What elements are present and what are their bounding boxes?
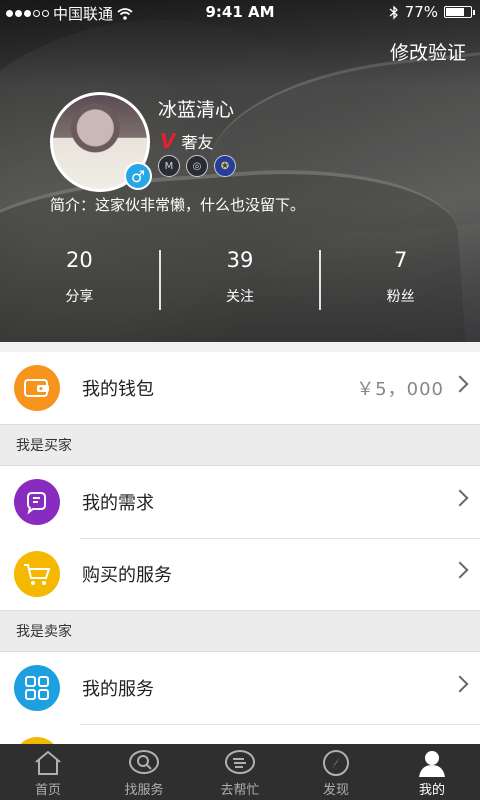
battery-icon <box>444 6 475 18</box>
stat-label: 分享 <box>65 289 94 305</box>
grid-icon <box>14 665 60 711</box>
badge-gold-icon: ✪ <box>214 155 236 177</box>
purchased-services-label: 购买的服务 <box>82 565 172 586</box>
stat-shares[interactable]: 20 分享 <box>0 245 159 315</box>
tab-label: 我的 <box>418 783 445 798</box>
chevron-right-icon <box>451 375 469 393</box>
chevron-right-icon <box>451 561 469 579</box>
badge-m-icon: M <box>158 155 180 177</box>
chevron-right-icon <box>451 489 469 507</box>
menu-list: 我的钱包 ￥5，000 我是买家 我的需求 购买的服务 我是卖家 我的服务 <box>0 352 480 796</box>
profile-intro: 简介：这家伙非常懒，什么也没留下。 <box>50 196 306 214</box>
tab-label: 发现 <box>322 783 349 798</box>
tab-discover[interactable]: 发现 <box>288 744 384 800</box>
stat-fans[interactable]: 7 粉丝 <box>321 245 480 315</box>
wallet-icon <box>14 365 60 411</box>
bluetooth-icon <box>389 4 398 20</box>
purchased-services-row[interactable]: 购买的服务 <box>0 538 480 610</box>
seller-section-title: 我是卖家 <box>0 610 480 652</box>
demand-icon <box>14 479 60 525</box>
tab-label: 去帮忙 <box>220 783 260 798</box>
user-icon <box>416 748 448 778</box>
tab-label: 找服务 <box>124 783 164 798</box>
tab-mine[interactable]: 我的 <box>384 744 480 800</box>
username: 冰蓝清心 <box>158 99 235 121</box>
stat-following[interactable]: 39 关注 <box>161 245 320 315</box>
edit-verification-button[interactable]: 修改验证 <box>390 38 466 65</box>
cart-icon <box>14 551 60 597</box>
status-bar: 中国联通 9:41 AM 77% <box>0 0 480 24</box>
stats-bar: 20 分享 39 关注 7 粉丝 <box>0 245 480 315</box>
stat-value: 39 <box>226 248 254 272</box>
v-badge-icon: V <box>160 129 176 153</box>
stat-value: 7 <box>393 248 408 272</box>
help-hand-icon <box>224 748 256 778</box>
wallet-amount: ￥5，000 <box>356 379 444 400</box>
chevron-right-icon <box>451 675 469 693</box>
vip-text: 奢友 <box>181 133 214 152</box>
my-services-label: 我的服务 <box>82 679 154 700</box>
wallet-label: 我的钱包 <box>82 379 154 400</box>
tab-home[interactable]: 首页 <box>0 744 96 800</box>
badge-circle-icon: ◎ <box>186 155 208 177</box>
my-services-row[interactable]: 我的服务 <box>0 652 480 724</box>
vip-label: V 奢友 <box>160 129 214 153</box>
buyer-section-title: 我是买家 <box>0 424 480 466</box>
stat-label: 粉丝 <box>386 289 415 305</box>
tab-bar: 首页 找服务 去帮忙 发现 我的 <box>0 744 480 800</box>
tab-find-service[interactable]: 找服务 <box>96 744 192 800</box>
compass-icon <box>320 748 352 778</box>
home-icon <box>32 748 64 778</box>
wallet-row[interactable]: 我的钱包 ￥5，000 <box>0 352 480 424</box>
my-demand-label: 我的需求 <box>82 493 154 514</box>
badge-list: M ◎ ✪ <box>158 155 236 177</box>
tab-help[interactable]: 去帮忙 <box>192 744 288 800</box>
avatar[interactable]: ♂ <box>50 92 152 192</box>
tab-label: 首页 <box>34 783 61 798</box>
male-icon: ♂ <box>124 162 152 190</box>
stat-value: 20 <box>65 248 93 272</box>
battery-percent: 77% <box>404 3 438 21</box>
my-demand-row[interactable]: 我的需求 <box>0 466 480 538</box>
search-service-icon <box>128 748 160 778</box>
stat-label: 关注 <box>226 289 254 305</box>
